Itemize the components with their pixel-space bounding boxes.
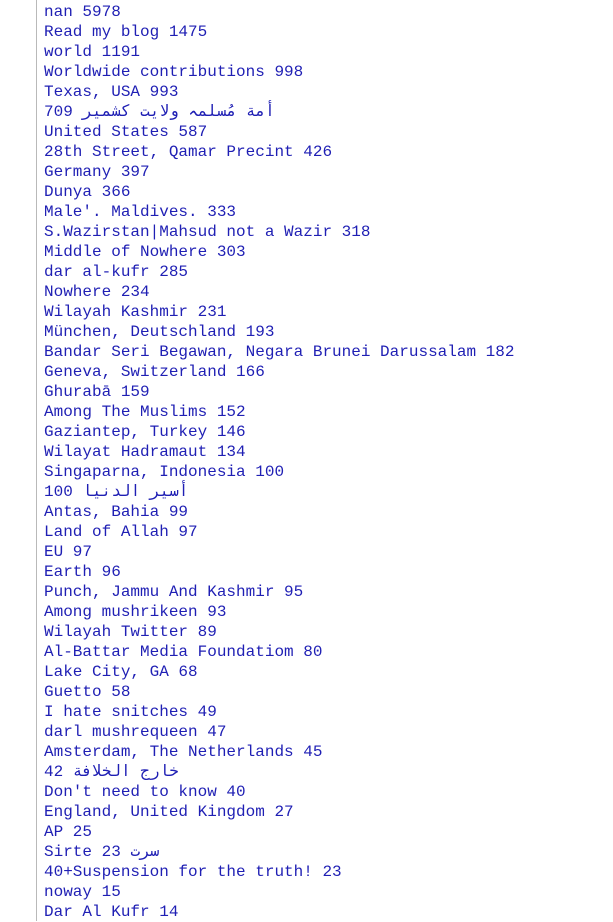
text-line: I hate snitches 49	[44, 703, 217, 721]
text-line: Al-Battar Media Foundatiom 80	[44, 643, 323, 661]
text-line: Among The Muslims 152	[44, 403, 246, 421]
text-line: EU 97	[44, 543, 93, 561]
text-line: Dunya 366	[44, 183, 131, 201]
text-line: Singaparna, Indonesia 100	[44, 463, 285, 481]
text-line: Wilayah Kashmir 231	[44, 303, 227, 321]
text-line: Geneva, Switzerland 166	[44, 363, 265, 381]
text-line: Bandar Seri Begawan, Negara Brunei Darus…	[44, 343, 515, 361]
text-line: Don't need to know 40	[44, 783, 246, 801]
text-line: 28th Street, Qamar Precint 426	[44, 143, 333, 161]
text-line: dar al-kufr 285	[44, 263, 189, 281]
text-line: Dar Al Kufr 14	[44, 903, 179, 921]
text-line: Amsterdam, The Netherlands 45	[44, 743, 323, 761]
text-line: 40+Suspension for the truth! 23	[44, 863, 342, 881]
text-line: Antas, Bahia 99	[44, 503, 189, 521]
text-line: AP 25	[44, 823, 93, 841]
text-line: darl mushrequeen 47	[44, 723, 227, 741]
text-line: أسير الدنيا 100	[44, 483, 189, 501]
text-line: Guetto 58	[44, 683, 131, 701]
text-line: noway 15	[44, 883, 121, 901]
text-line: Male'. Maldives. 333	[44, 203, 237, 221]
text-line: Nowhere 234	[44, 283, 150, 301]
text-line: Lake City, GA 68	[44, 663, 198, 681]
text-line: سرت Sirte 23	[44, 843, 160, 861]
text-line: Gaziantep, Turkey 146	[44, 423, 246, 441]
text-line: Among mushrikeen 93	[44, 603, 227, 621]
line-gutter	[0, 0, 37, 921]
text-line: Texas, USA 993	[44, 83, 179, 101]
text-line: United States 587	[44, 123, 208, 141]
text-line: Wilayah Twitter 89	[44, 623, 217, 641]
text-editor[interactable]: nan 5978 Read my blog 1475 world 1191 World…	[0, 0, 613, 921]
text-line: Read my blog 1475	[44, 23, 208, 41]
text-line: world 1191	[44, 43, 141, 61]
text-line: München, Deutschland 193	[44, 323, 275, 341]
text-line: أمة مُسلمہ ولایت کشمیر 709	[44, 103, 275, 121]
text-line: Ghurabā 159	[44, 383, 150, 401]
text-line: Land of Allah 97	[44, 523, 198, 541]
text-line: nan 5978	[44, 3, 121, 21]
text-line: Germany 397	[44, 163, 150, 181]
text-line: Middle of Nowhere 303	[44, 243, 246, 261]
text-line: Wilayat Hadramaut 134	[44, 443, 246, 461]
text-line: Punch, Jammu And Kashmir 95	[44, 583, 304, 601]
text-line: S.Wazirstan|Mahsud not a Wazir 318	[44, 223, 371, 241]
text-line: England, United Kingdom 27	[44, 803, 294, 821]
text-lines: nan 5978 Read my blog 1475 world 1191 World…	[44, 2, 514, 922]
text-line: Worldwide contributions 998	[44, 63, 304, 81]
text-line: Earth 96	[44, 563, 121, 581]
text-line: خارج الخلافة 42	[44, 763, 179, 781]
